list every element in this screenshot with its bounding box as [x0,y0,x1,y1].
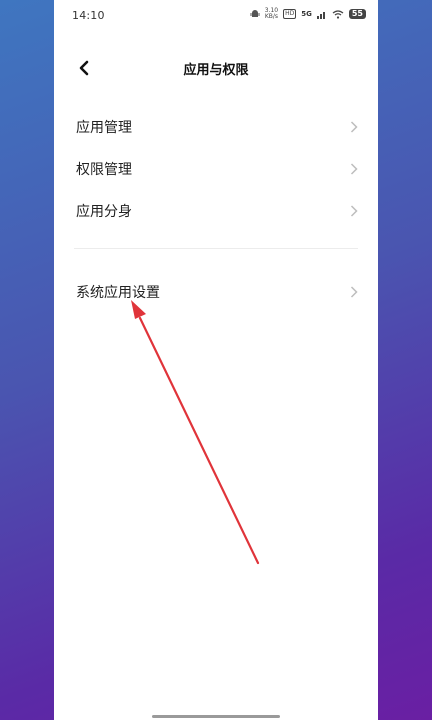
settings-item-label: 应用分身 [76,204,132,220]
settings-item-app-clone[interactable]: 应用分身 [54,190,378,232]
settings-item-label: 权限管理 [76,162,132,178]
net-speed: 3.10 KB/s [265,8,278,20]
settings-item-system-app-settings[interactable]: 系统应用设置 [54,271,378,313]
settings-item-label: 系统应用设置 [76,285,160,301]
header: 应用与权限 [54,52,378,84]
page-title: 应用与权限 [183,63,249,78]
settings-item-app-management[interactable]: 应用管理 [54,106,378,148]
settings-item-permission-management[interactable]: 权限管理 [54,148,378,190]
settings-list: 应用管理 权限管理 应用分身 [54,106,378,232]
chevron-right-icon [350,286,358,298]
wifi-icon [332,9,344,19]
chevron-right-icon [350,121,358,133]
home-indicator[interactable] [152,715,280,718]
chevron-right-icon [350,205,358,217]
net-speed-unit: KB/s [264,13,279,20]
android-robot-icon [250,10,260,17]
hd-badge: HD [283,9,297,19]
signal-5g-label: 5G [301,9,312,18]
status-icons: 3.10 KB/s HD 5G 55 [250,8,366,20]
signal-bars-icon [316,11,325,19]
status-bar: 14:10 3.10 KB/s HD 5G 55 [54,0,378,30]
system-settings-list: 系统应用设置 [54,271,378,313]
battery-indicator: 55 [348,9,366,19]
chevron-right-icon [350,163,358,175]
settings-item-label: 应用管理 [76,120,132,136]
section-divider [74,248,358,249]
phone-screen: 14:10 3.10 KB/s HD 5G 55 应用与权限 应用管理 权限管理… [54,0,378,720]
status-time: 14:10 [72,9,105,22]
